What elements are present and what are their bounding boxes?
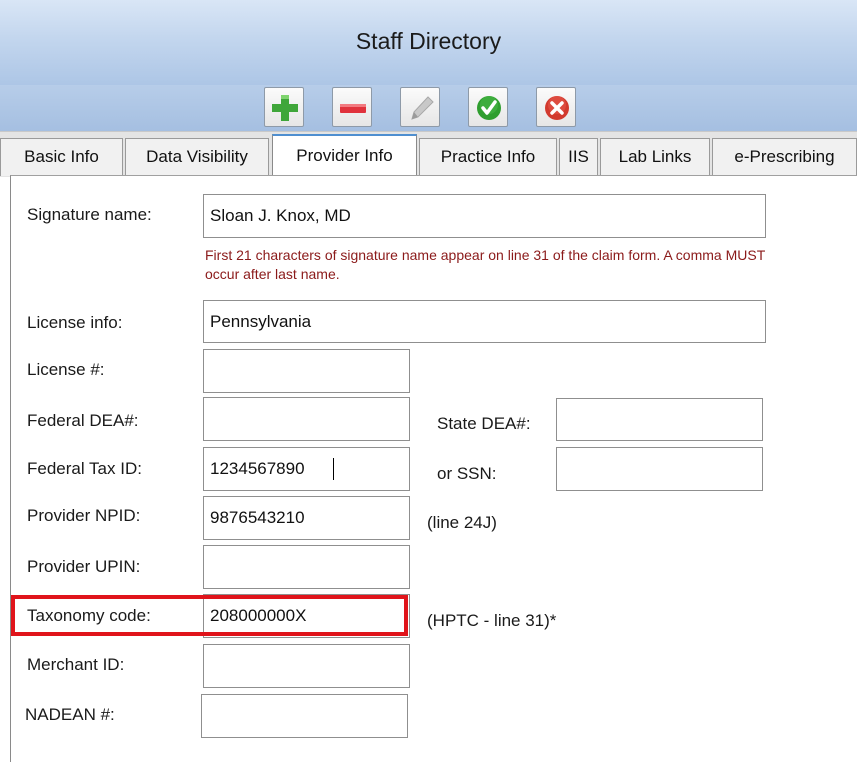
license-number-field[interactable] xyxy=(203,349,410,393)
tab-data-visibility[interactable]: Data Visibility xyxy=(125,138,269,176)
x-icon xyxy=(545,96,569,120)
plus-icon xyxy=(272,95,298,121)
state-dea-field[interactable] xyxy=(556,398,763,441)
provider-npid-field[interactable] xyxy=(203,496,410,540)
provider-upin-field[interactable] xyxy=(203,545,410,589)
signature-name-field[interactable] xyxy=(203,194,766,238)
federal-dea-field[interactable] xyxy=(203,397,410,441)
delete-button[interactable] xyxy=(332,87,372,127)
tab-lab-links[interactable]: Lab Links xyxy=(600,138,710,176)
tab-basic-info[interactable]: Basic Info xyxy=(0,138,123,176)
tab-iis[interactable]: IIS xyxy=(559,138,598,176)
ssn-label: or SSN: xyxy=(437,464,497,483)
license-info-field[interactable] xyxy=(203,300,766,343)
taxonomy-code-hint: (HPTC - line 31)* xyxy=(427,611,557,630)
federal-tax-id-label: Federal Tax ID: xyxy=(27,459,142,478)
check-icon xyxy=(477,96,501,120)
state-dea-label: State DEA#: xyxy=(437,414,531,433)
provider-npid-label: Provider NPID: xyxy=(27,506,141,525)
tab-e-prescribing[interactable]: e-Prescribing xyxy=(712,138,857,176)
tab-provider-info[interactable]: Provider Info xyxy=(272,134,417,177)
add-button[interactable] xyxy=(264,87,304,127)
provider-upin-label: Provider UPIN: xyxy=(27,557,141,576)
tab-strip: Basic Info Data Visibility Provider Info… xyxy=(0,131,857,177)
text-cursor xyxy=(333,458,334,480)
signature-note: First 21 characters of signature name ap… xyxy=(205,247,765,282)
nadean-label: NADEAN #: xyxy=(25,705,115,724)
window-title: Staff Directory xyxy=(355,28,502,54)
merchant-id-label: Merchant ID: xyxy=(27,655,125,674)
license-number-label: License #: xyxy=(27,360,105,379)
federal-dea-label: Federal DEA#: xyxy=(27,411,139,430)
ssn-field[interactable] xyxy=(556,447,763,491)
federal-tax-id-field[interactable] xyxy=(203,447,410,491)
toolbar xyxy=(0,85,857,131)
signature-name-label: Signature name: xyxy=(27,205,152,224)
license-info-label: License info: xyxy=(27,313,123,332)
edit-button[interactable] xyxy=(400,87,440,127)
window-titlebar: Staff Directory xyxy=(0,0,857,85)
pencil-icon xyxy=(411,96,434,120)
nadean-field[interactable] xyxy=(201,694,408,738)
taxonomy-highlight-box xyxy=(11,595,408,636)
minus-icon xyxy=(340,104,366,113)
tab-practice-info[interactable]: Practice Info xyxy=(419,138,557,176)
save-button[interactable] xyxy=(468,87,508,127)
cancel-button[interactable] xyxy=(536,87,576,127)
provider-npid-hint: (line 24J) xyxy=(427,513,497,532)
merchant-id-field[interactable] xyxy=(203,644,410,688)
